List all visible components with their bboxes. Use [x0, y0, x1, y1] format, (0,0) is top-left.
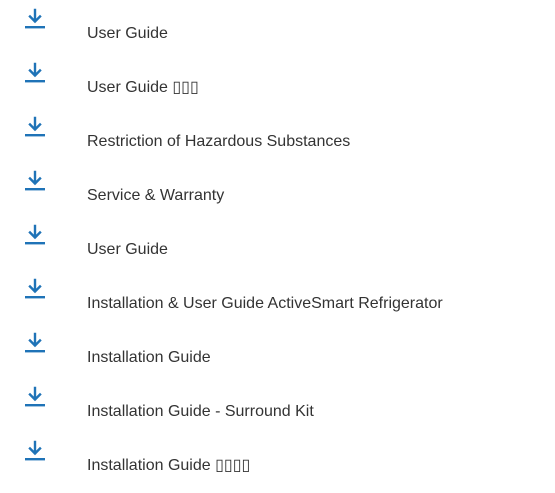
download-label[interactable]: Service & Warranty — [87, 186, 224, 206]
download-item-user-guide-2[interactable]: User Guide — [0, 224, 555, 274]
download-item-installation-guide-localized[interactable]: Installation Guide ▯▯▯▯ — [0, 440, 555, 490]
download-list: User Guide User Guide ▯▯▯ Restriction of… — [0, 0, 555, 493]
download-item-restriction-of-hazardous-substances[interactable]: Restriction of Hazardous Substances — [0, 116, 555, 166]
download-label[interactable]: Restriction of Hazardous Substances — [87, 132, 350, 152]
download-label[interactable]: Installation Guide — [87, 348, 211, 368]
download-icon[interactable] — [24, 8, 46, 30]
download-item-installation-guide-surround-kit[interactable]: Installation Guide - Surround Kit — [0, 386, 555, 436]
download-label[interactable]: User Guide — [87, 240, 168, 260]
download-label[interactable]: User Guide ▯▯▯ — [87, 78, 199, 98]
download-icon[interactable] — [24, 224, 46, 246]
download-icon[interactable] — [24, 386, 46, 408]
download-label[interactable]: Installation Guide - Surround Kit — [87, 402, 314, 422]
download-icon[interactable] — [24, 278, 46, 300]
download-icon[interactable] — [24, 332, 46, 354]
download-item-user-guide-localized[interactable]: User Guide ▯▯▯ — [0, 62, 555, 112]
download-icon[interactable] — [24, 116, 46, 138]
download-item-installation-user-guide-activesmart[interactable]: Installation & User Guide ActiveSmart Re… — [0, 278, 555, 328]
download-icon[interactable] — [24, 62, 46, 84]
download-icon[interactable] — [24, 170, 46, 192]
download-label[interactable]: User Guide — [87, 24, 168, 44]
download-item-user-guide[interactable]: User Guide — [0, 8, 555, 58]
download-icon[interactable] — [24, 440, 46, 462]
download-label[interactable]: Installation Guide ▯▯▯▯ — [87, 456, 250, 476]
download-item-service-warranty[interactable]: Service & Warranty — [0, 170, 555, 220]
download-item-installation-guide[interactable]: Installation Guide — [0, 332, 555, 382]
download-label[interactable]: Installation & User Guide ActiveSmart Re… — [87, 294, 443, 314]
